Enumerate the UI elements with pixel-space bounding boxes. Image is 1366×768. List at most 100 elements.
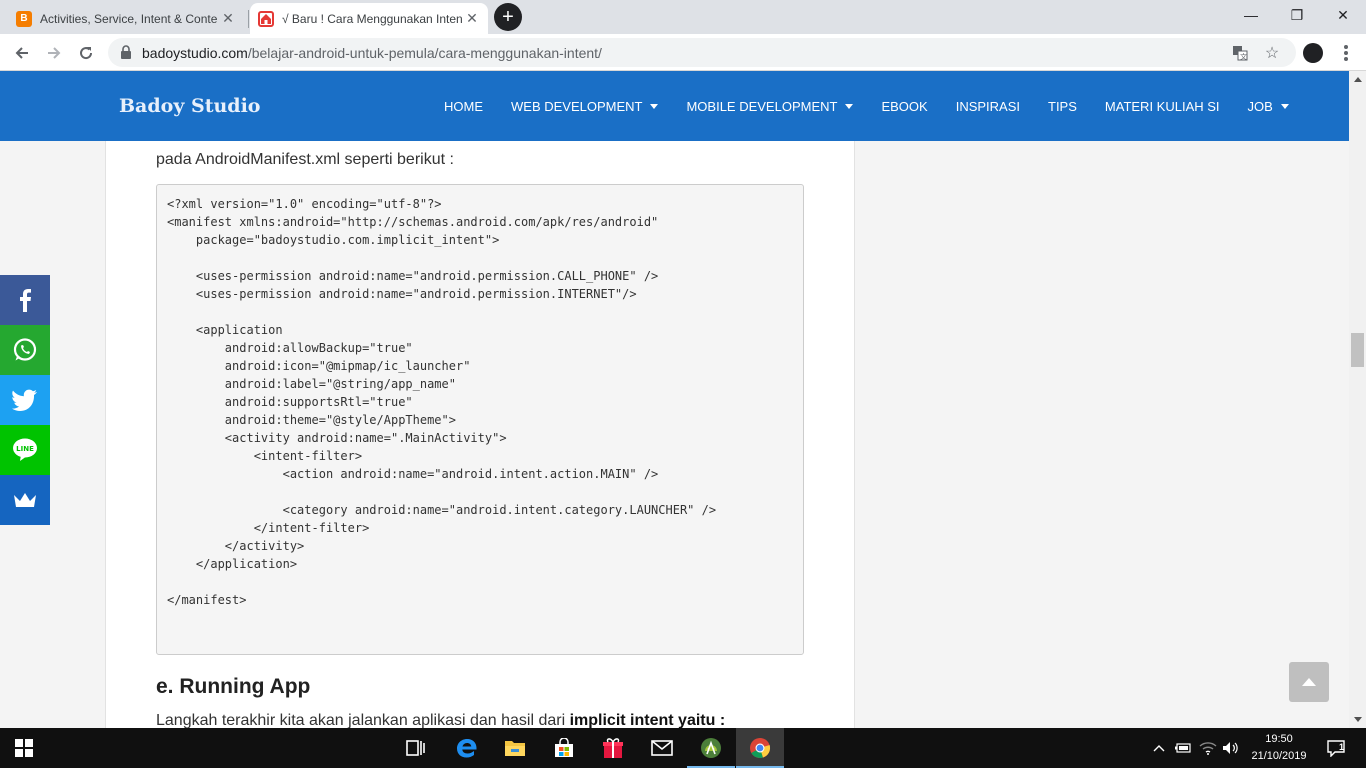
store-button[interactable] <box>540 728 588 768</box>
restore-button[interactable]: ❐ <box>1274 0 1320 30</box>
volume-icon[interactable] <box>1220 728 1242 768</box>
social-share-bar: LINE <box>0 275 50 525</box>
tab-title: √ Baru ! Cara Menggunakan Inten <box>282 11 463 26</box>
badoy-house-icon <box>258 10 274 27</box>
bookmark-star-icon[interactable]: ☆ <box>1263 44 1281 62</box>
article-paragraph-bottom: Langkah terakhir kita akan jalankan apli… <box>156 712 725 728</box>
close-window-button[interactable]: ✕ <box>1320 0 1366 30</box>
back-to-top-button[interactable] <box>1289 662 1329 702</box>
tab-separator <box>248 10 249 28</box>
android-studio-button[interactable] <box>687 728 735 768</box>
browser-tab-strip: B Activities, Service, Intent & Conte ✕ … <box>0 0 1366 34</box>
chrome-icon <box>750 738 771 758</box>
new-tab-button[interactable]: + <box>494 3 522 31</box>
crown-icon <box>14 493 36 507</box>
nav-label: MATERI KULIAH SI <box>1104 98 1220 114</box>
nav-tips[interactable]: TIPS <box>1034 71 1091 141</box>
nav-materi-kuliah-si[interactable]: MATERI KULIAH SI <box>1091 71 1234 141</box>
clock-time: 19:50 <box>1265 733 1293 745</box>
arrow-up-icon <box>1302 678 1316 686</box>
nav-job[interactable]: JOB <box>1234 71 1303 141</box>
nav-label: HOME <box>444 98 483 114</box>
action-center-button[interactable]: 1 <box>1322 728 1350 768</box>
nav-web-development[interactable]: WEB DEVELOPMENT <box>497 71 672 141</box>
reload-icon <box>80 47 93 60</box>
paragraph-bold-text: implicit intent yaitu : <box>569 712 726 728</box>
nav-ebook[interactable]: EBOOK <box>867 71 941 141</box>
edge-button[interactable] <box>443 728 491 768</box>
tab-title: Activities, Service, Intent & Conte <box>40 11 218 26</box>
page-scrollbar[interactable] <box>1349 71 1366 728</box>
mail-button[interactable] <box>638 728 686 768</box>
reload-button[interactable] <box>72 39 100 67</box>
line-icon: LINE <box>13 438 37 461</box>
site-header: Badoy Studio HOME WEB DEVELOPMENT MOBILE… <box>0 71 1349 141</box>
windows-logo-icon <box>15 739 33 757</box>
minimize-button[interactable]: — <box>1228 0 1274 30</box>
paragraph-text: Langkah terakhir kita akan jalankan apli… <box>156 712 570 728</box>
gift-app-button[interactable] <box>589 728 637 768</box>
article-paragraph: pada AndroidManifest.xml seperti berikut… <box>156 151 454 168</box>
section-heading: e. Running App <box>156 675 311 698</box>
gift-icon <box>603 738 623 758</box>
sumome-share-button[interactable] <box>0 475 50 525</box>
site-brand[interactable]: Badoy Studio <box>119 95 260 117</box>
code-text: <?xml version="1.0" encoding="utf-8"?> <… <box>167 197 717 607</box>
scroll-up-arrow-icon[interactable] <box>1349 71 1366 88</box>
android-studio-icon <box>701 738 721 758</box>
twitter-share-button[interactable] <box>0 375 50 425</box>
url-text: badoystudio.com/belajar-android-untuk-pe… <box>142 45 602 61</box>
tab-cara-menggunakan-intent[interactable]: √ Baru ! Cara Menggunakan Inten ✕ <box>250 3 488 34</box>
edge-icon <box>457 739 477 758</box>
wifi-icon[interactable] <box>1197 728 1219 768</box>
clock-date: 21/10/2019 <box>1251 750 1307 762</box>
profile-avatar[interactable] <box>1303 43 1323 63</box>
nav-label: MOBILE DEVELOPMENT <box>686 98 838 114</box>
close-tab-icon[interactable]: ✕ <box>220 10 236 27</box>
forward-arrow-icon <box>48 47 61 59</box>
close-tab-icon[interactable]: ✕ <box>464 10 480 27</box>
address-bar[interactable]: badoystudio.com/belajar-android-untuk-pe… <box>108 38 1296 67</box>
scroll-down-arrow-icon[interactable] <box>1349 711 1366 728</box>
caret-down-icon <box>650 103 659 109</box>
mail-icon <box>651 740 673 756</box>
nav-label: EBOOK <box>881 98 928 114</box>
file-explorer-icon <box>505 741 525 756</box>
translate-icon[interactable]: 文 <box>1231 44 1249 62</box>
battery-icon[interactable] <box>1172 728 1194 768</box>
browser-toolbar: badoystudio.com/belajar-android-untuk-pe… <box>0 34 1366 71</box>
back-button[interactable] <box>8 39 36 67</box>
browser-menu-icon[interactable] <box>1338 43 1354 63</box>
show-hidden-icons-chevron-icon[interactable] <box>1150 728 1168 768</box>
svg-text:文: 文 <box>1240 52 1247 61</box>
nav-home[interactable]: HOME <box>430 71 497 141</box>
facebook-icon <box>20 289 31 312</box>
facebook-share-button[interactable] <box>0 275 50 325</box>
url-path: /belajar-android-untuk-pemula/cara-mengg… <box>247 45 602 61</box>
blogger-icon: B <box>16 10 32 27</box>
twitter-icon <box>12 389 37 411</box>
caret-down-icon <box>845 103 854 109</box>
line-share-button[interactable]: LINE <box>0 425 50 475</box>
file-explorer-button[interactable] <box>491 728 539 768</box>
web-page: Badoy Studio HOME WEB DEVELOPMENT MOBILE… <box>0 71 1349 728</box>
caret-down-icon <box>1280 103 1289 109</box>
tab-activities-service[interactable]: B Activities, Service, Intent & Conte ✕ <box>8 3 244 34</box>
task-view-button[interactable] <box>392 728 440 768</box>
main-navigation: HOME WEB DEVELOPMENT MOBILE DEVELOPMENT … <box>430 71 1303 141</box>
start-button[interactable] <box>0 728 48 768</box>
chrome-button[interactable] <box>736 728 784 768</box>
system-clock[interactable]: 19:50 21/10/2019 <box>1244 731 1314 765</box>
nav-label: TIPS <box>1048 98 1077 114</box>
code-block: <?xml version="1.0" encoding="utf-8"?> <… <box>156 184 804 655</box>
nav-mobile-development[interactable]: MOBILE DEVELOPMENT <box>672 71 867 141</box>
article-body: pada AndroidManifest.xml seperti berikut… <box>105 141 855 728</box>
notification-count-badge: 1 <box>1339 742 1345 752</box>
nav-label: JOB <box>1247 98 1273 114</box>
svg-text:LINE: LINE <box>16 445 34 453</box>
forward-button[interactable] <box>40 39 68 67</box>
scrollbar-thumb[interactable] <box>1351 333 1364 367</box>
nav-inspirasi[interactable]: INSPIRASI <box>942 71 1034 141</box>
whatsapp-share-button[interactable] <box>0 325 50 375</box>
url-domain: badoystudio.com <box>142 45 248 61</box>
